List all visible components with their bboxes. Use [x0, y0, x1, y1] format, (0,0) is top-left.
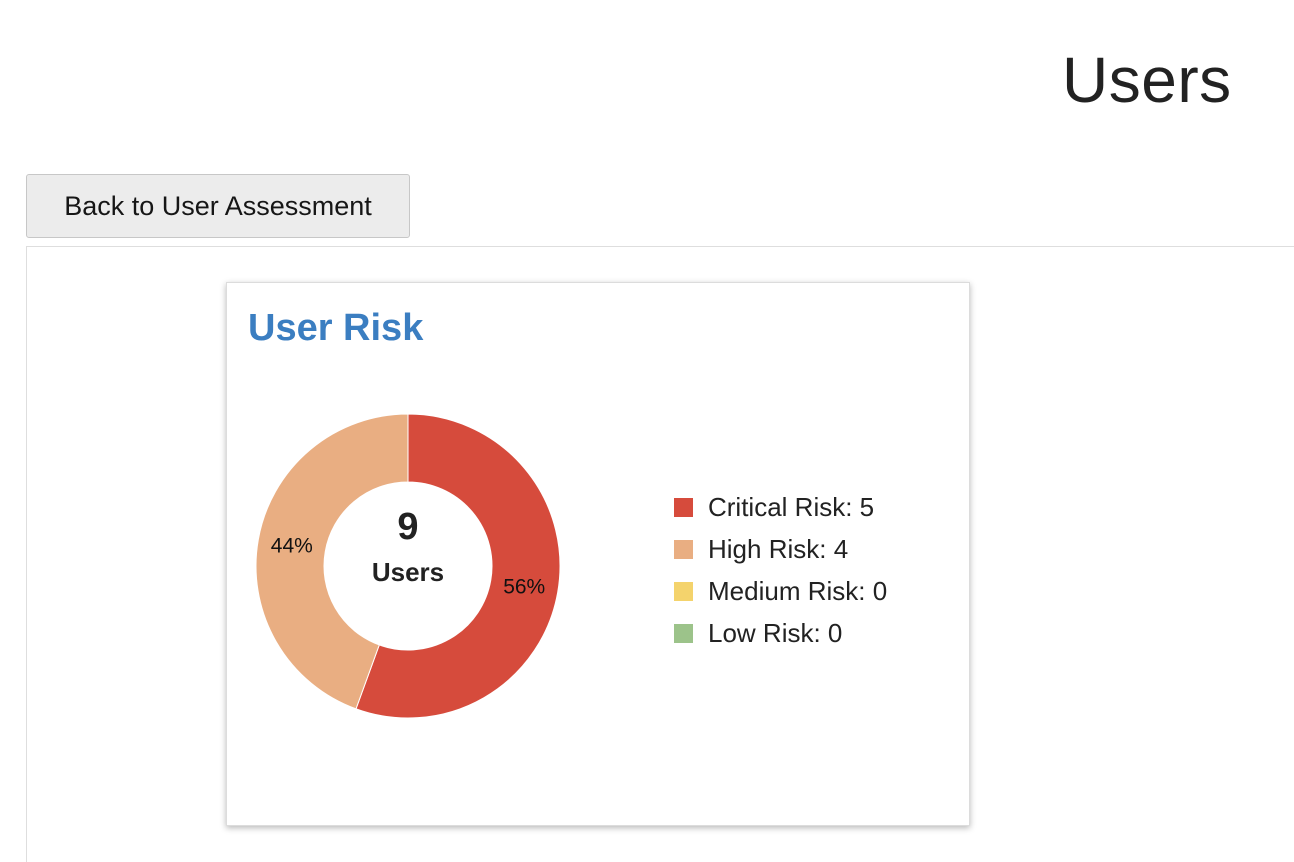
- high-risk-swatch: [674, 539, 693, 559]
- back-to-user-assessment-button[interactable]: Back to User Assessment: [26, 174, 410, 238]
- legend-item-low[interactable]: Low Risk: 0: [674, 612, 887, 654]
- user-risk-card: User Risk 56% 44% 9 Users Critical Risk: …: [226, 282, 970, 826]
- legend-item-high[interactable]: High Risk: 4: [674, 528, 887, 570]
- low-risk-swatch: [674, 623, 693, 643]
- legend-label-medium: Medium Risk: 0: [708, 576, 888, 606]
- page-title: Users: [1062, 44, 1232, 116]
- center-count: 9: [397, 506, 418, 548]
- critical-risk-swatch: [674, 497, 693, 517]
- legend-item-medium[interactable]: Medium Risk: 0: [674, 570, 887, 612]
- slice-label-critical-risk: 56%: [503, 575, 545, 598]
- legend: Critical Risk: 5 High Risk: 4 Medium Ris…: [674, 486, 887, 654]
- slice-label-high-risk: 44%: [271, 535, 313, 558]
- legend-item-critical[interactable]: Critical Risk: 5: [674, 486, 887, 528]
- medium-risk-swatch: [674, 581, 693, 601]
- legend-label-low: Low Risk: 0: [708, 618, 843, 648]
- users-page: Users Back to User Assessment User Risk …: [0, 0, 1294, 862]
- center-label: Users: [372, 557, 444, 587]
- legend-label-critical: Critical Risk: 5: [708, 492, 875, 522]
- legend-label-high: High Risk: 4: [708, 534, 849, 564]
